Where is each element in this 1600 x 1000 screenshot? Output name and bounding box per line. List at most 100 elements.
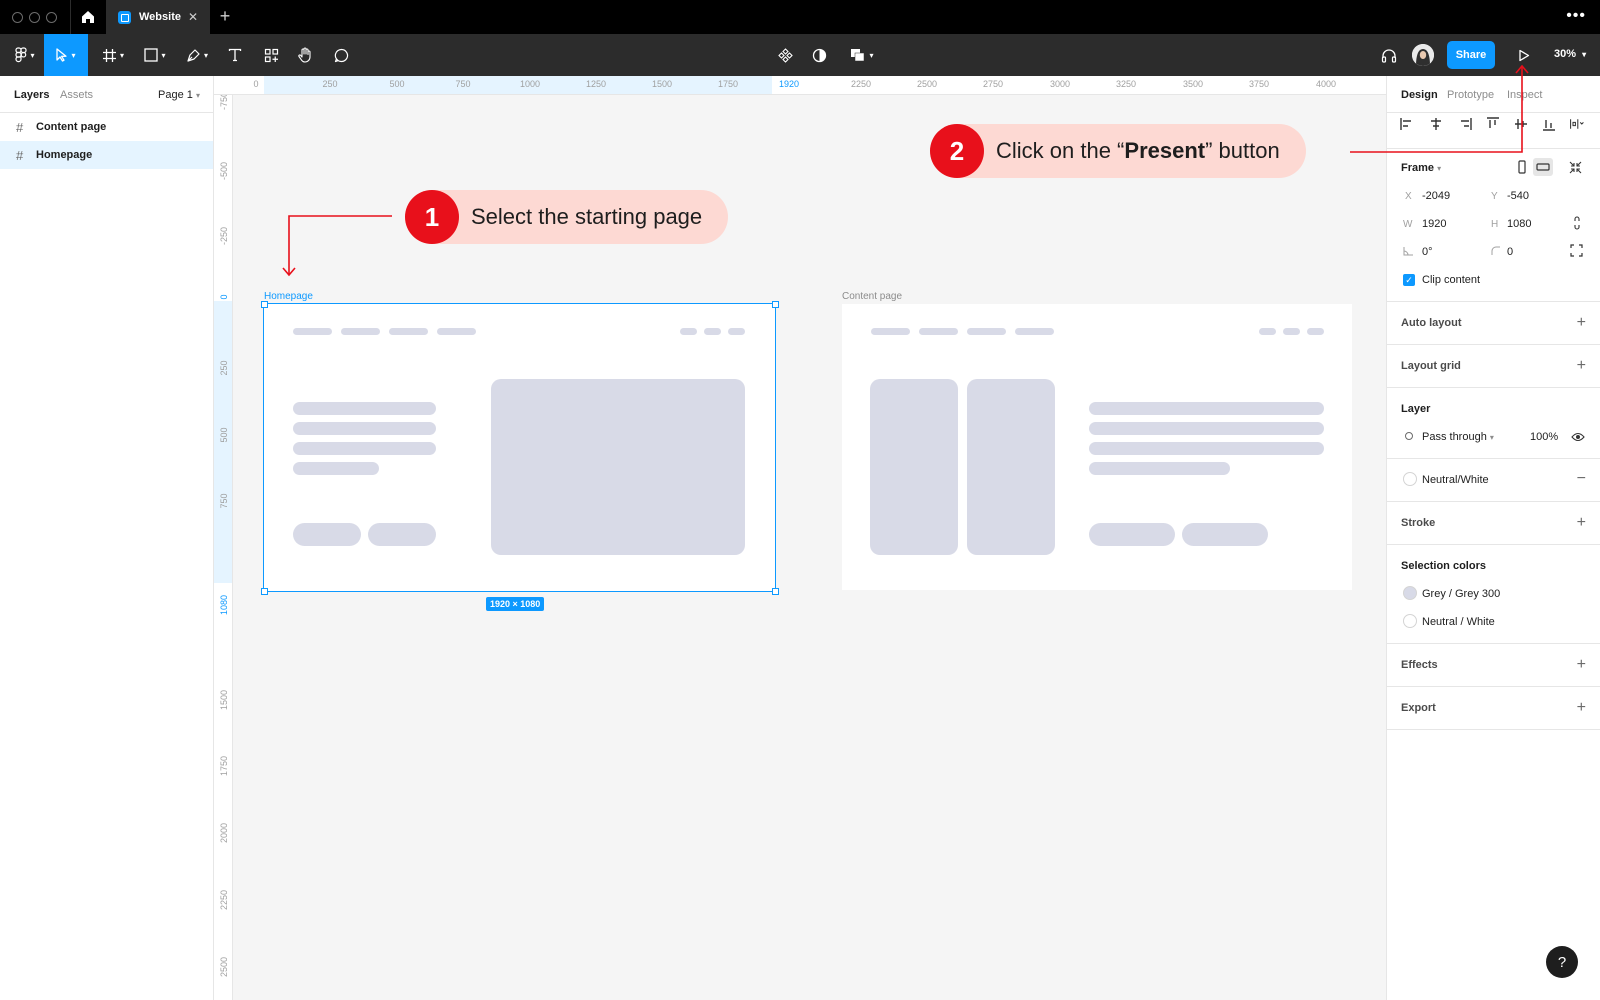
add-stroke-icon[interactable]: + — [1577, 515, 1586, 531]
independent-corners-icon[interactable] — [1570, 244, 1583, 257]
selection-color-name[interactable]: Neutral / White — [1422, 616, 1495, 628]
page-selector[interactable]: Page 1 ▾ — [158, 89, 200, 101]
fill-style-name[interactable]: Neutral/White — [1422, 474, 1489, 486]
window-maximize-dot[interactable] — [46, 12, 57, 23]
remove-fill-icon[interactable]: − — [1577, 471, 1586, 487]
ruler-tick-label: 2500 — [916, 79, 938, 89]
pen-tool-button[interactable]: ▾ — [180, 34, 214, 76]
resources-tool-button[interactable] — [258, 34, 284, 76]
button-placeholder — [368, 523, 436, 546]
align-top-icon[interactable] — [1485, 116, 1501, 132]
audio-button[interactable] — [1376, 34, 1402, 76]
tab-design[interactable]: Design — [1401, 89, 1438, 101]
layer-item-homepage[interactable]: # Homepage — [0, 141, 213, 169]
width-field[interactable]: 1920 — [1422, 218, 1446, 230]
nav-placeholder — [1307, 328, 1324, 335]
frame-content-page[interactable] — [842, 304, 1352, 590]
text-placeholder — [1089, 402, 1324, 415]
color-swatch-neutral-white[interactable] — [1403, 614, 1417, 628]
resize-handle[interactable] — [261, 301, 268, 308]
panel-divider — [1387, 112, 1600, 113]
frame-homepage[interactable] — [263, 303, 776, 592]
text-placeholder — [293, 442, 436, 455]
frame-tool-button[interactable]: ▾ — [96, 34, 130, 76]
more-options-icon[interactable]: ••• — [1566, 7, 1586, 25]
align-bottom-icon[interactable] — [1541, 116, 1557, 132]
tab-inspect[interactable]: Inspect — [1507, 89, 1542, 101]
mask-button[interactable] — [806, 34, 832, 76]
present-button[interactable] — [1510, 34, 1538, 76]
layers-panel: Layers Assets Page 1 ▾ # Content page # … — [0, 76, 214, 1000]
tab-prototype[interactable]: Prototype — [1447, 89, 1494, 101]
add-export-icon[interactable]: + — [1577, 700, 1586, 716]
panel-divider — [1387, 544, 1600, 545]
chevron-down-icon: ▾ — [71, 50, 76, 60]
y-field[interactable]: -540 — [1507, 190, 1529, 202]
main-menu-button[interactable]: ▾ — [8, 34, 42, 76]
eye-icon[interactable] — [1571, 432, 1585, 442]
hand-icon — [298, 47, 311, 63]
blend-mode-dropdown[interactable]: Pass through ▾ — [1422, 431, 1494, 443]
home-button[interactable] — [71, 0, 105, 34]
corner-radius-field[interactable]: 0 — [1507, 246, 1513, 258]
add-auto-layout-icon[interactable]: + — [1577, 315, 1586, 331]
ruler-tick-label: 2750 — [982, 79, 1004, 89]
share-button[interactable]: Share — [1447, 41, 1495, 69]
resize-to-fit-icon[interactable] — [1569, 161, 1582, 174]
align-right-icon[interactable] — [1457, 116, 1473, 132]
rotation-field[interactable]: 0° — [1422, 246, 1433, 258]
text-placeholder — [1089, 422, 1324, 435]
opacity-field[interactable]: 100% — [1530, 431, 1558, 443]
nav-placeholder — [389, 328, 428, 335]
clip-content-checkbox[interactable]: ✓ — [1403, 274, 1415, 286]
user-avatar[interactable] — [1412, 44, 1434, 66]
frame-label-content-page[interactable]: Content page — [842, 291, 902, 302]
nav-placeholder — [1283, 328, 1300, 335]
constrain-proportions-icon[interactable] — [1573, 215, 1581, 231]
chevron-down-icon: ▾ — [1582, 50, 1587, 59]
boolean-groups-button[interactable]: ▾ — [844, 34, 880, 76]
chevron-down-icon: ▾ — [203, 50, 208, 60]
tab-close-icon[interactable]: ✕ — [188, 10, 198, 24]
ruler-tick-label: 4000 — [1315, 79, 1337, 89]
help-button[interactable]: ? — [1546, 946, 1578, 978]
hand-tool-button[interactable] — [292, 34, 318, 76]
layer-item-content-page[interactable]: # Content page — [0, 113, 213, 141]
add-layout-grid-icon[interactable]: + — [1577, 358, 1586, 374]
resize-handle[interactable] — [772, 588, 779, 595]
x-field[interactable]: -2049 — [1422, 190, 1450, 202]
zoom-level-dropdown[interactable]: 30% ▾ — [1554, 48, 1586, 60]
comment-tool-button[interactable] — [328, 34, 354, 76]
clip-content-label: Clip content — [1422, 274, 1481, 286]
align-left-icon[interactable] — [1399, 116, 1415, 132]
resize-handle[interactable] — [261, 588, 268, 595]
tab-layers[interactable]: Layers — [14, 89, 49, 101]
y-field-label: Y — [1491, 191, 1498, 202]
components-button[interactable] — [772, 34, 798, 76]
new-tab-button[interactable]: + — [215, 7, 235, 25]
design-canvas[interactable]: Homepage 1920 × 1080 Content page — [233, 95, 1386, 1000]
height-field[interactable]: 1080 — [1507, 218, 1531, 230]
color-swatch-grey-300[interactable] — [1403, 586, 1417, 600]
align-horizontal-center-icon[interactable] — [1428, 116, 1444, 132]
callout-text-bold: Present — [1124, 138, 1206, 163]
resize-handle[interactable] — [772, 301, 779, 308]
add-effect-icon[interactable]: + — [1577, 657, 1586, 673]
shape-tool-button[interactable]: ▾ — [138, 34, 172, 76]
move-tool-button[interactable]: ▾ — [44, 34, 88, 76]
portrait-orientation-icon[interactable] — [1517, 160, 1527, 174]
distribute-icon[interactable] — [1569, 116, 1585, 132]
frame-section-title[interactable]: Frame ▾ — [1401, 162, 1441, 174]
frame-label-homepage[interactable]: Homepage — [264, 291, 313, 302]
landscape-orientation-button[interactable] — [1533, 158, 1553, 176]
tab-assets[interactable]: Assets — [60, 89, 93, 101]
panel-divider — [1387, 148, 1600, 149]
text-tool-button[interactable] — [222, 34, 248, 76]
file-tab-website[interactable]: Website ✕ — [106, 0, 210, 34]
window-minimize-dot[interactable] — [29, 12, 40, 23]
window-close-dot[interactable] — [12, 12, 23, 23]
panel-divider — [1387, 458, 1600, 459]
fill-swatch[interactable] — [1403, 472, 1417, 486]
align-vertical-center-icon[interactable] — [1513, 116, 1529, 132]
selection-color-name[interactable]: Grey / Grey 300 — [1422, 588, 1500, 600]
